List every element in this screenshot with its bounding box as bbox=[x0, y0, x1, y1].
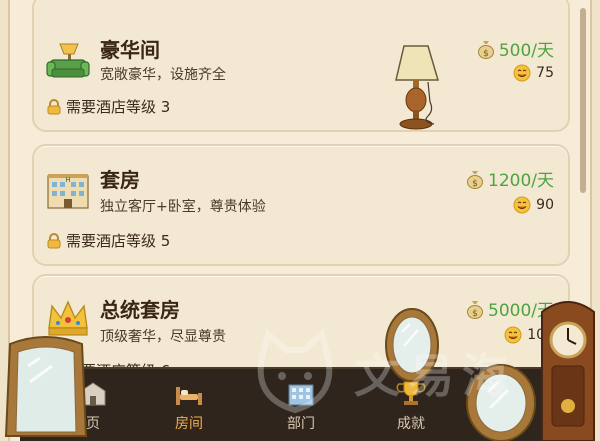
money-bag-icon: $ bbox=[467, 300, 483, 319]
svg-text:$: $ bbox=[483, 49, 489, 59]
tab-rooms[interactable]: 房间 bbox=[144, 373, 234, 441]
watermark-text: 文易海 bbox=[354, 349, 516, 403]
smiley-icon bbox=[513, 196, 531, 214]
lock-icon bbox=[47, 232, 61, 248]
room-name: 套房 bbox=[100, 168, 140, 192]
requirement-text: 需要酒店等级 3 bbox=[66, 98, 171, 116]
requirement: 需要酒店等级 5 bbox=[46, 230, 170, 251]
room-card-deluxe[interactable]: 豪华间 宽敞豪华，设施齐全 需要酒店等级 3 $ 500/天 75 bbox=[32, 0, 570, 132]
requirement: 需要酒店等级 3 bbox=[46, 96, 170, 117]
price-text: 1200/天 bbox=[488, 171, 554, 191]
crown-icon bbox=[48, 300, 88, 336]
satisfaction: 90 bbox=[513, 196, 554, 214]
rating-value: 75 bbox=[536, 65, 554, 81]
room-name: 豪华间 bbox=[100, 38, 160, 62]
rating-value: 90 bbox=[536, 197, 554, 213]
svg-text:H: H bbox=[65, 176, 70, 184]
price: $ 1200/天 bbox=[466, 166, 554, 191]
table-lamp-icon bbox=[395, 45, 440, 130]
svg-text:$: $ bbox=[472, 309, 478, 319]
room-description: 顶级奢华，尽显尊贵 bbox=[100, 329, 226, 345]
svg-text:$: $ bbox=[472, 179, 478, 189]
money-bag-icon: $ bbox=[467, 170, 483, 189]
tab-label: 房间 bbox=[175, 416, 203, 432]
ornate-mirror-left bbox=[4, 336, 88, 437]
price: $ 500/天 bbox=[477, 36, 554, 61]
watermark: 文易海 bbox=[250, 318, 550, 428]
room-description: 宽敞豪华，设施齐全 bbox=[100, 67, 226, 83]
room-name: 总统套房 bbox=[100, 298, 180, 322]
lock-icon bbox=[47, 98, 61, 114]
satisfaction: 75 bbox=[513, 64, 554, 82]
hotel-building-icon: H bbox=[47, 174, 89, 209]
bed-icon bbox=[176, 387, 202, 405]
money-bag-icon: $ bbox=[477, 40, 494, 59]
room-description: 独立客厅+卧室，尊贵体验 bbox=[100, 199, 266, 215]
scrollbar[interactable] bbox=[580, 8, 586, 193]
requirement-text: 需要酒店等级 5 bbox=[66, 232, 171, 250]
price-text: 500/天 bbox=[498, 41, 554, 61]
sofa-icon bbox=[46, 43, 90, 78]
cat-logo-icon bbox=[257, 328, 333, 414]
smiley-icon bbox=[513, 64, 531, 82]
room-card-suite[interactable]: H 套房 独立客厅+卧室，尊贵体验 需要酒店等级 5 $ 1200/天 90 bbox=[32, 144, 570, 266]
